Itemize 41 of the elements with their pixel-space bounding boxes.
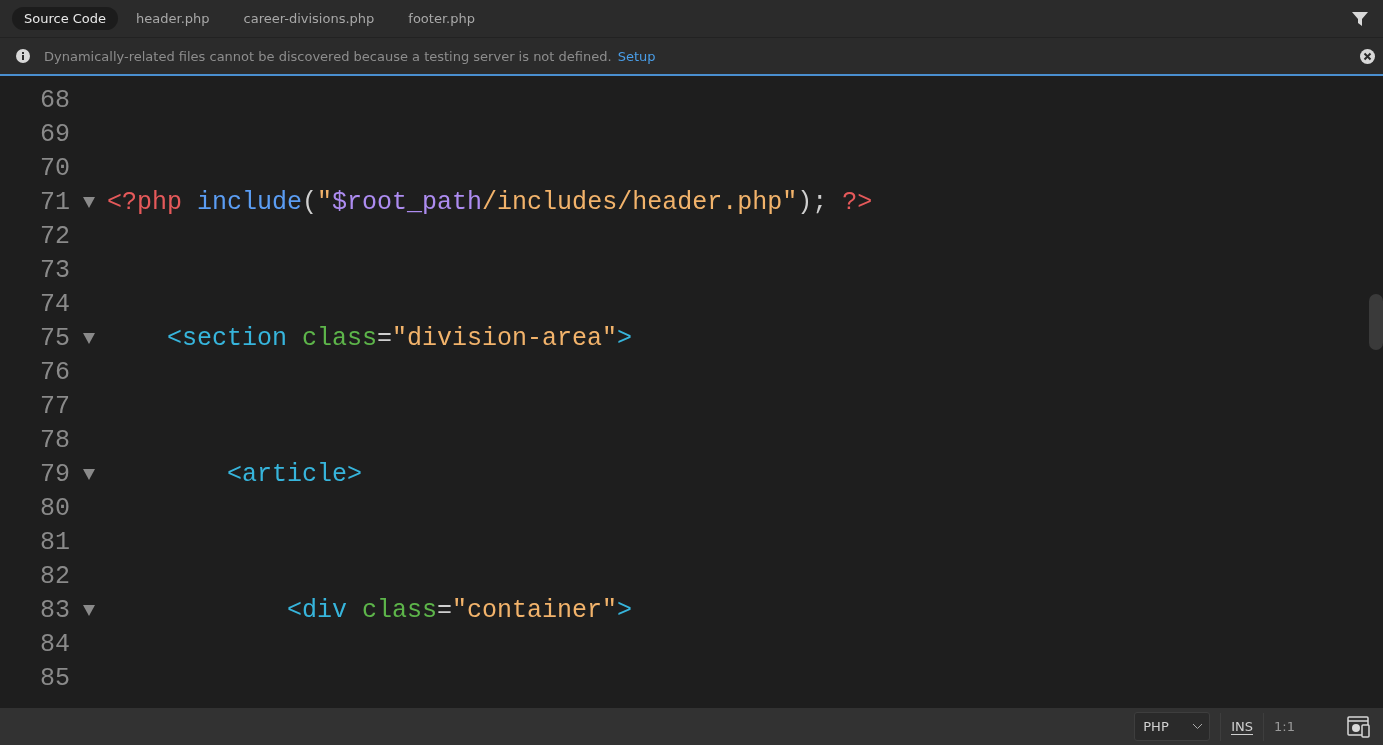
file-tab[interactable]: Source Code: [12, 7, 119, 30]
line-number: 81: [39, 527, 70, 557]
line-number: 72: [39, 221, 70, 251]
file-tab[interactable]: header.php: [124, 7, 222, 30]
language-dropdown[interactable]: PHP: [1134, 712, 1211, 741]
line-number: 74: [39, 289, 70, 319]
line-number: 69: [39, 119, 70, 149]
file-tab[interactable]: career-divisions.php: [231, 7, 387, 30]
info-message: Dynamically-related files cannot be discovered because a testing server is not defined.: [44, 48, 612, 64]
line-number: 71: [39, 187, 70, 217]
fold-arrow-icon[interactable]: [82, 468, 95, 480]
line-number: 82: [39, 561, 70, 591]
line-number: 78: [39, 425, 70, 455]
fold-arrow-icon[interactable]: [82, 332, 95, 344]
line-number: 77: [39, 391, 70, 421]
line-number: 85: [39, 663, 70, 693]
fold-arrow-icon[interactable]: [82, 604, 95, 616]
line-number: 83: [39, 595, 70, 625]
chevron-down-icon: [1192, 723, 1204, 730]
device-preview-icon[interactable]: [1347, 715, 1371, 738]
line-number: 73: [39, 255, 70, 285]
line-number: 68: [39, 85, 70, 115]
line-number: 76: [39, 357, 70, 387]
line-number: 84: [39, 629, 70, 659]
line-number: 70: [39, 153, 70, 183]
line-number: 75: [39, 323, 70, 353]
code-line: <section class="division-area">: [166, 323, 633, 353]
setup-link[interactable]: Setup: [617, 48, 656, 64]
line-number: 80: [39, 493, 70, 523]
insert-mode[interactable]: INS: [1231, 718, 1254, 735]
file-tab[interactable]: footer.php: [396, 7, 487, 30]
code-line: <div class="container">: [286, 595, 633, 625]
scrollbar-thumb[interactable]: [1369, 294, 1383, 350]
code-line: <article>: [226, 459, 363, 489]
filter-icon[interactable]: [1351, 9, 1369, 28]
line-number: 79: [39, 459, 70, 489]
cursor-position: 1:1: [1274, 719, 1295, 734]
code-line: <?php include("$root_path/includes/header.php"); ?>: [107, 187, 873, 217]
close-icon[interactable]: [1360, 48, 1375, 64]
info-icon: [16, 49, 30, 63]
fold-arrow-icon[interactable]: [82, 196, 95, 208]
